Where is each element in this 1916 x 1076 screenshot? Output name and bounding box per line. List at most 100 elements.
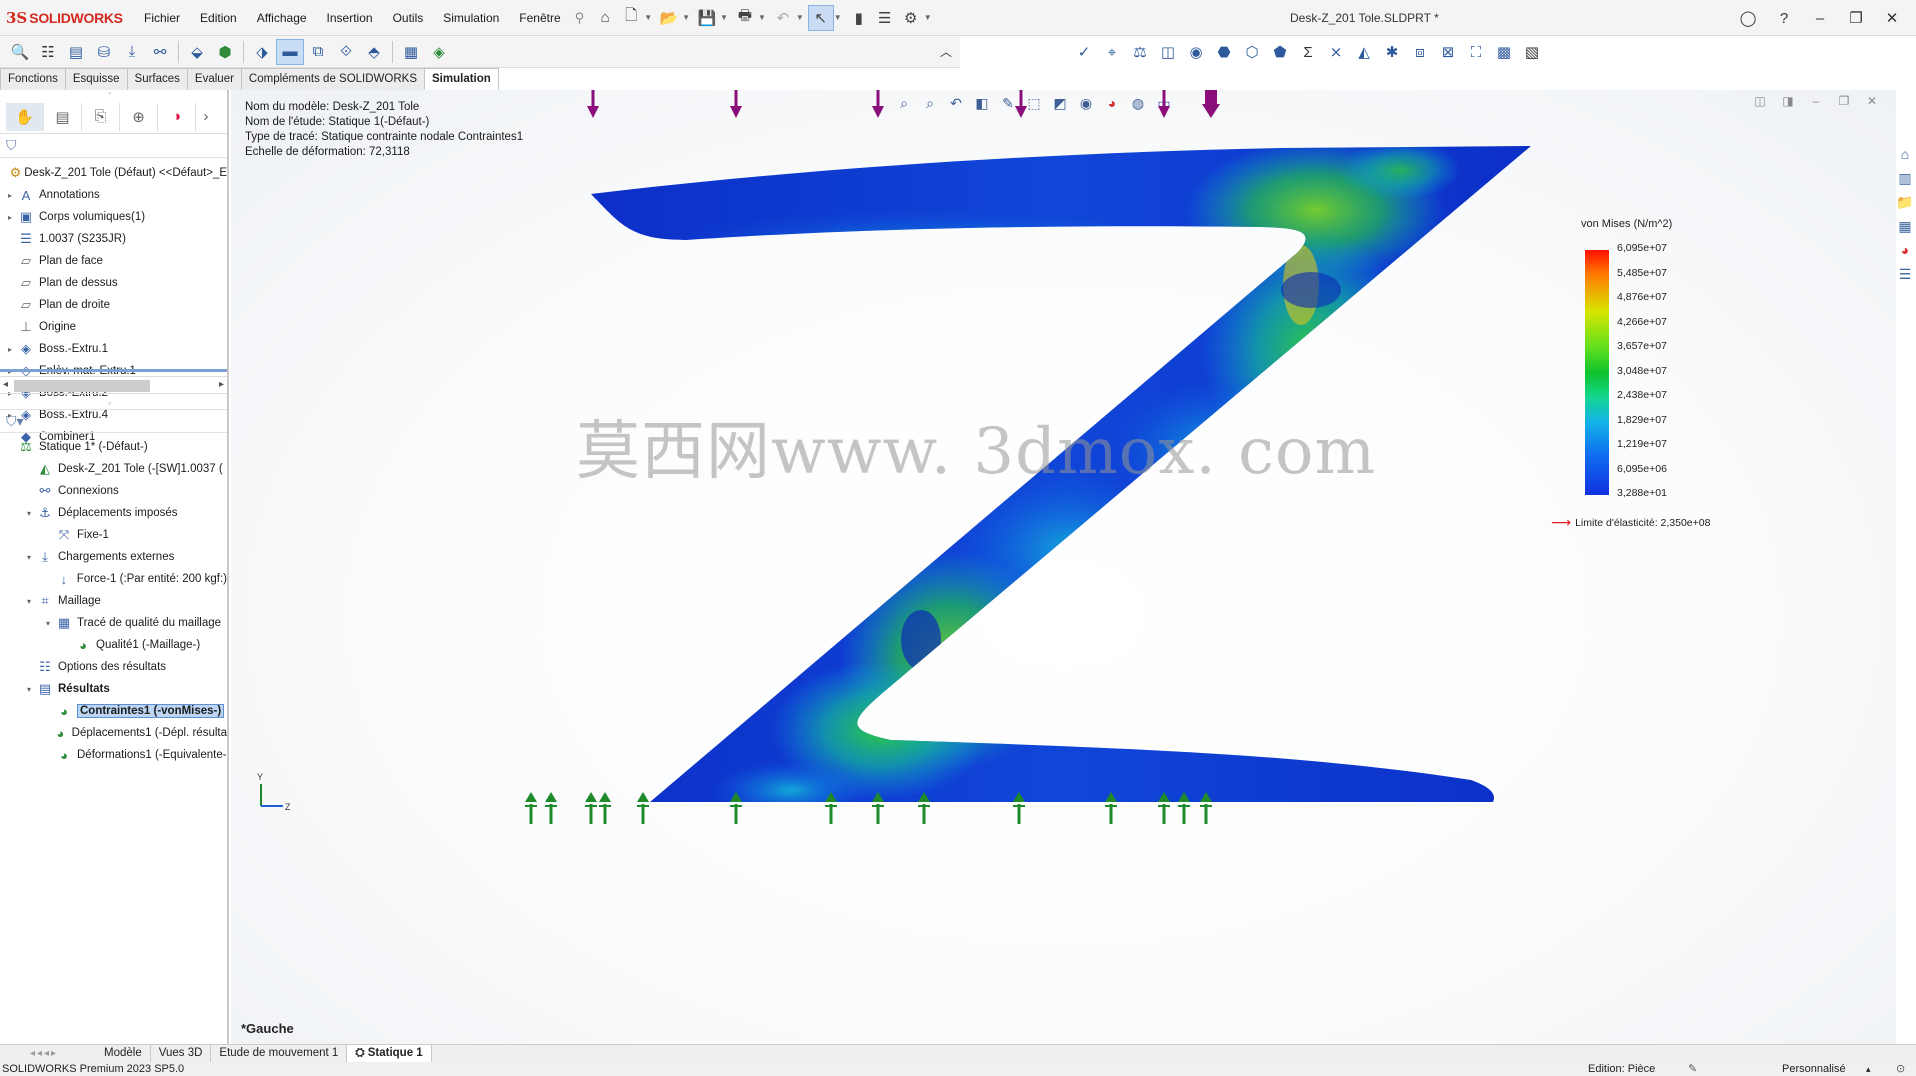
fixed-support-icon[interactable]	[637, 792, 649, 824]
property-manager-tab-icon[interactable]: ▤	[44, 102, 82, 131]
menu-fenetre[interactable]: Fenêtre	[509, 0, 570, 36]
chevron-down-icon[interactable]: ▼	[834, 13, 842, 22]
tree-horizontal-scrollbar[interactable]: ◂ ▸	[0, 376, 227, 394]
menu-edition[interactable]: Edition	[190, 0, 247, 36]
menu-affichage[interactable]: Affichage	[247, 0, 317, 36]
tab-modele[interactable]: Modèle	[96, 1045, 151, 1062]
tree-item[interactable]: ⊥ Origine	[0, 316, 227, 338]
restore-icon[interactable]: ❐	[1838, 9, 1874, 27]
results-advisor-icon[interactable]: ⬗	[248, 39, 276, 65]
tab-surfaces[interactable]: Surfaces	[126, 68, 188, 90]
statistics-icon[interactable]: ⬣	[1210, 39, 1238, 65]
draft-analysis-icon[interactable]: ◭	[1350, 39, 1378, 65]
plot-tools-icon[interactable]: ⬘	[360, 39, 388, 65]
user-account-icon[interactable]: ◯	[1730, 9, 1766, 27]
tree-item[interactable]: ▾ ▤ Résultats	[0, 678, 227, 700]
shell-manager-icon[interactable]: ⬙	[183, 39, 211, 65]
tab-statique-1[interactable]: ⛭ Statique 1	[347, 1045, 432, 1062]
geometry-analysis-icon[interactable]: ⬟	[1266, 39, 1294, 65]
design-insight-icon[interactable]: ⟐	[332, 39, 360, 65]
home-icon[interactable]: ⌂	[592, 5, 618, 31]
chevron-down-icon[interactable]: ▾	[23, 685, 35, 694]
tree-splitter[interactable]	[0, 369, 227, 372]
solidworks-logo[interactable]: 3S SOLIDWORKS	[6, 9, 134, 27]
view-palette-icon[interactable]: ▦	[1898, 218, 1911, 242]
tree-item[interactable]: ◕ Contraintes1 (-vonMises-)	[0, 700, 227, 722]
chevron-down-icon[interactable]: ▾	[23, 509, 35, 518]
study-tree-filter[interactable]: ⛉▾	[0, 409, 227, 433]
apply-material-icon[interactable]: ▤	[62, 39, 90, 65]
tree-item[interactable]: ▱ Plan de face	[0, 250, 227, 272]
force-arrow-icon[interactable]	[1015, 90, 1027, 118]
save-icon[interactable]: 💾	[694, 5, 720, 31]
equations-sigma-icon[interactable]: Σ	[1294, 39, 1322, 65]
configuration-manager-tab-icon[interactable]: ⎘	[82, 102, 120, 131]
chevron-up-icon[interactable]: ▴	[1866, 1062, 1871, 1076]
filter-icon[interactable]: ⛉▾	[6, 413, 24, 430]
tab-motion-study[interactable]: Etude de mouvement 1	[211, 1045, 348, 1062]
tree-item[interactable]: ▱ Plan de droite	[0, 294, 227, 316]
force-arrow-icon[interactable]	[730, 90, 742, 118]
force-arrow-icon[interactable]	[872, 90, 884, 118]
chevron-down-icon[interactable]: ▾	[23, 597, 35, 606]
dimxpert-tab-icon[interactable]: ⊕	[120, 102, 158, 131]
run-study-icon[interactable]: ⬢	[211, 39, 239, 65]
panel-grip-icon[interactable]: ◦	[108, 88, 111, 98]
force-arrow-icon[interactable]	[1202, 90, 1220, 118]
pin-menu-icon[interactable]: ⚲	[575, 10, 585, 26]
chevron-right-icon[interactable]: ▸	[4, 213, 16, 222]
solidworks-resources-icon[interactable]: ⌂	[1901, 146, 1909, 170]
display-manager-tab-icon[interactable]: ◑	[158, 102, 196, 131]
tree-item[interactable]: ◕ Qualité1 (-Maillage-)	[0, 634, 227, 656]
tree-item[interactable]: ☰ 1.0037 (S235JR)	[0, 228, 227, 250]
traffic-light-icon[interactable]: ▮	[846, 5, 872, 31]
select-cursor-icon[interactable]: ↖	[807, 4, 834, 31]
section-properties-icon[interactable]: ◫	[1154, 39, 1182, 65]
force-arrow-icon[interactable]	[587, 90, 599, 118]
tree-filter[interactable]: ⛉	[0, 134, 227, 158]
panel-grip-icon[interactable]: ◦	[108, 398, 111, 408]
help-icon[interactable]: ?	[1766, 10, 1802, 27]
print-icon[interactable]: 🖶	[732, 5, 758, 31]
tab-vues-3d[interactable]: Vues 3D	[151, 1045, 212, 1062]
options-gear-icon[interactable]: ⚙	[898, 5, 924, 31]
undercut-analysis-icon[interactable]: ✱	[1378, 39, 1406, 65]
fixed-support-icon[interactable]	[545, 792, 557, 824]
force-arrow-icon[interactable]	[1158, 90, 1170, 118]
scroll-right-icon[interactable]: ▸	[219, 379, 224, 390]
tree-item[interactable]: ◕ Déplacements1 (-Dépl. résulta	[0, 722, 227, 744]
new-document-icon[interactable]: 🗋	[618, 5, 644, 31]
tab-fonctions[interactable]: Fonctions	[0, 68, 66, 90]
tree-item[interactable]: ▸ ▣ Corps volumiques(1)	[0, 206, 227, 228]
fixed-support-icon[interactable]	[525, 792, 537, 824]
tab-esquisse[interactable]: Esquisse	[64, 68, 128, 90]
undo-icon[interactable]: ↶	[770, 5, 796, 31]
units-status[interactable]: Personnalisé	[1782, 1062, 1846, 1076]
zebra-stripes-icon[interactable]: ▧	[1518, 39, 1546, 65]
deformed-result-icon[interactable]: ▬	[276, 38, 304, 65]
compare-documents-icon[interactable]: ⊠	[1434, 39, 1462, 65]
tree-item[interactable]: ↓ Force-1 (:Par entité: 200 kgf:)	[0, 568, 227, 590]
tree-item[interactable]: ▾ ▦ Tracé de qualité du maillage	[0, 612, 227, 634]
chevron-down-icon[interactable]: ▾	[42, 619, 54, 628]
scroll-left-icon[interactable]: ◂	[3, 379, 8, 390]
filter-icon[interactable]: ⛉	[6, 137, 17, 154]
tree-item[interactable]: ◕ Déformations1 (-Equivalente-	[0, 744, 227, 766]
tree-item[interactable]: ⤧ Fixe-1	[0, 524, 227, 546]
menu-outils[interactable]: Outils	[383, 0, 434, 36]
check-spelling-icon[interactable]: ✓	[1070, 39, 1098, 65]
sensor-icon[interactable]: ◉	[1182, 39, 1210, 65]
stress-legend[interactable]: von Mises (N/m^2) 6,095e+07 5,485e+07 4,87…	[1551, 218, 1710, 530]
force-arrows[interactable]	[587, 90, 1220, 118]
chevron-right-icon[interactable]: ›	[196, 103, 216, 131]
tree-item[interactable]: ▾ ⌗ Maillage	[0, 590, 227, 612]
file-properties-icon[interactable]: ☰	[872, 5, 898, 31]
connections-advisor-icon[interactable]: ⚯	[146, 39, 174, 65]
feature-manager-tab-icon[interactable]: ✋	[6, 102, 44, 131]
include-image-report-icon[interactable]: ◈	[425, 39, 453, 65]
file-explorer-icon[interactable]: 📁	[1896, 194, 1913, 218]
study-advisor-icon[interactable]: 🔍	[6, 39, 34, 65]
open-folder-icon[interactable]: 📂	[656, 5, 682, 31]
tab-evaluer[interactable]: Evaluer	[186, 68, 242, 90]
tree-item[interactable]: ▾ ⚓ Déplacements imposés	[0, 502, 227, 524]
